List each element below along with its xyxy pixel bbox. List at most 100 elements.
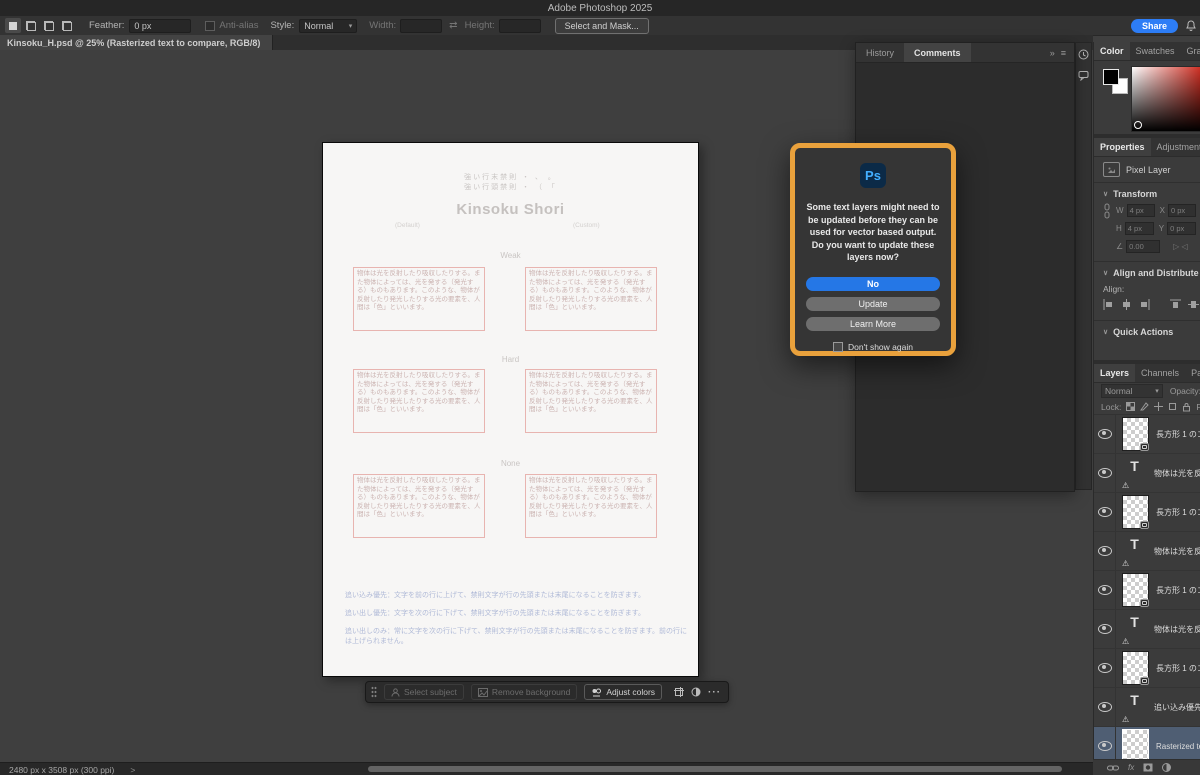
layer-row[interactable]: T⚠ 追い込み優先：	[1094, 688, 1200, 727]
tab-gradients[interactable]: Gradients	[1181, 42, 1200, 60]
subtract-from-selection-icon[interactable]	[41, 18, 57, 33]
layer-thumbnail[interactable]: T⚠	[1122, 457, 1147, 489]
lock-artboard-icon[interactable]	[1168, 402, 1177, 411]
layers-panel-tabs: Layers Channels Paths	[1094, 364, 1200, 383]
adjustment-half-circle-icon[interactable]	[689, 687, 703, 697]
align-center-horizontal-icon[interactable]	[1121, 299, 1132, 310]
feather-input[interactable]: 0 px	[129, 19, 191, 33]
layer-visibility-toggle[interactable]	[1094, 571, 1116, 609]
canvas-page[interactable]: 強い行末禁則 ・ 、 。 強い行頭禁則 ・ （ 「 Kinsoku Shori …	[322, 142, 699, 677]
no-button[interactable]: No	[806, 277, 940, 291]
layer-row[interactable]: 長方形 1 のコピー	[1094, 571, 1200, 610]
align-right-icon[interactable]	[1139, 299, 1150, 310]
more-options-icon[interactable]: ···	[708, 687, 721, 698]
tab-channels[interactable]: Channels	[1135, 364, 1185, 382]
shape-layer-badge-icon	[1140, 677, 1149, 685]
layer-thumbnail[interactable]: T⚠	[1122, 691, 1147, 723]
layer-visibility-toggle[interactable]	[1094, 493, 1116, 531]
taskbar-drag-handle[interactable]	[371, 686, 377, 698]
share-button[interactable]: Share	[1131, 19, 1178, 33]
x-field-label: X	[1160, 206, 1165, 215]
lock-move-icon[interactable]	[1154, 402, 1163, 411]
tab-color[interactable]: Color	[1094, 42, 1130, 60]
footnote-oikomi: 追い込み優先：文字を前の行に上げて、禁則文字が行の先頭または末尾になることを防ぎ…	[345, 591, 687, 601]
layer-row[interactable]: T⚠ 物体は光を反射し	[1094, 532, 1200, 571]
layer-thumbnail[interactable]	[1122, 729, 1149, 763]
adjustment-layer-icon[interactable]	[1162, 763, 1171, 772]
align-left-icon[interactable]	[1103, 299, 1114, 310]
new-selection-icon[interactable]	[5, 18, 21, 33]
lock-paint-icon[interactable]	[1140, 402, 1149, 411]
history-panel-icon[interactable]	[1078, 49, 1089, 60]
align-section-header[interactable]: ∨ Align and Distribute	[1094, 262, 1200, 278]
tab-swatches[interactable]: Swatches	[1130, 42, 1181, 60]
lock-transparency-icon[interactable]	[1126, 402, 1135, 411]
link-dimensions-icon[interactable]	[1103, 203, 1111, 219]
intersect-selection-icon[interactable]	[59, 18, 75, 33]
color-cursor[interactable]	[1134, 121, 1142, 129]
tab-history[interactable]: History	[856, 43, 904, 62]
layer-visibility-toggle[interactable]	[1094, 688, 1116, 726]
lock-all-icon[interactable]	[1182, 402, 1191, 412]
adjust-colors-button[interactable]: Adjust colors	[584, 684, 662, 700]
notifications-bell-icon[interactable]	[1186, 20, 1196, 31]
layer-effects-icon[interactable]: fx	[1128, 763, 1134, 772]
comments-panel-icon[interactable]	[1078, 70, 1089, 81]
photoshop-window: Adobe Photoshop 2025 Feather: 0 px Anti-…	[0, 0, 1200, 775]
eye-icon	[1098, 429, 1112, 439]
layer-name: 長方形 1 のコピー	[1156, 429, 1200, 440]
square-icon	[9, 22, 17, 30]
layer-thumbnail[interactable]	[1122, 651, 1149, 685]
layer-visibility-toggle[interactable]	[1094, 649, 1116, 687]
layer-visibility-toggle[interactable]	[1094, 415, 1116, 453]
add-layer-mask-icon[interactable]	[1143, 763, 1153, 772]
layer-name: 物体は光を反射し	[1154, 624, 1200, 635]
layer-visibility-toggle[interactable]	[1094, 454, 1116, 492]
panel-menu-icon[interactable]: ≡	[1061, 48, 1066, 58]
link-layers-icon[interactable]	[1107, 764, 1119, 772]
shape-layer-badge-icon	[1140, 521, 1149, 529]
tab-properties[interactable]: Properties	[1094, 138, 1151, 156]
photoshop-logo: Ps	[860, 163, 886, 188]
layer-visibility-toggle[interactable]	[1094, 610, 1116, 648]
add-to-selection-icon[interactable]	[23, 18, 39, 33]
layer-row[interactable]: T⚠ 物体は光を反射し	[1094, 454, 1200, 493]
document-tab[interactable]: Kinsoku_H.psd @ 25% (Rasterized text to …	[0, 35, 273, 50]
layer-visibility-toggle[interactable]	[1094, 532, 1116, 570]
chevron-down-icon: ∨	[1103, 190, 1108, 198]
foreground-color-swatch[interactable]	[1103, 69, 1119, 85]
update-button[interactable]: Update	[806, 297, 940, 311]
tab-adjustments[interactable]: Adjustments	[1151, 138, 1200, 156]
horizontal-scrollbar[interactable]	[368, 766, 1062, 772]
tab-layers[interactable]: Layers	[1094, 364, 1135, 382]
quick-actions-section-header[interactable]: ∨ Quick Actions	[1094, 321, 1200, 337]
foreground-background-swatches[interactable]	[1103, 69, 1129, 95]
tab-comments[interactable]: Comments	[904, 43, 971, 62]
layer-thumbnail[interactable]: T⚠	[1122, 535, 1147, 567]
collapse-panel-icon[interactable]: »	[1050, 48, 1055, 58]
dont-show-again-checkbox[interactable]	[833, 342, 843, 352]
layer-thumbnail[interactable]	[1122, 417, 1149, 451]
learn-more-button[interactable]: Learn More	[806, 317, 940, 331]
eye-icon	[1098, 507, 1112, 517]
transform-width-input: 4 px	[1127, 204, 1155, 217]
tab-paths[interactable]: Paths	[1185, 364, 1200, 382]
blend-mode-select[interactable]: Normal ▾	[1101, 384, 1163, 398]
align-middle-vertical-icon[interactable]	[1188, 299, 1199, 310]
status-chevron-icon[interactable]: >	[130, 765, 135, 775]
layer-row[interactable]: T⚠ 物体は光を反射し	[1094, 610, 1200, 649]
transform-icon[interactable]	[672, 687, 686, 697]
layer-row[interactable]: 長方形 1 のコピー	[1094, 649, 1200, 688]
color-picker-field[interactable]	[1131, 66, 1200, 132]
layer-thumbnail[interactable]: T⚠	[1122, 613, 1147, 645]
transform-section-header[interactable]: ∨ Transform	[1094, 183, 1200, 199]
select-and-mask-button[interactable]: Select and Mask...	[555, 18, 649, 34]
layer-row[interactable]: 長方形 1 のコピー	[1094, 493, 1200, 532]
layer-thumbnail[interactable]	[1122, 573, 1149, 607]
right-panel-dock: Color Swatches Gradients Properties Adju…	[1093, 42, 1200, 775]
align-top-icon[interactable]	[1170, 299, 1181, 310]
section-heading-weak: Weak	[323, 251, 698, 260]
layer-thumbnail[interactable]	[1122, 495, 1149, 529]
style-select[interactable]: Normal ▾	[299, 19, 357, 33]
layer-row[interactable]: 長方形 1 のコピー	[1094, 415, 1200, 454]
